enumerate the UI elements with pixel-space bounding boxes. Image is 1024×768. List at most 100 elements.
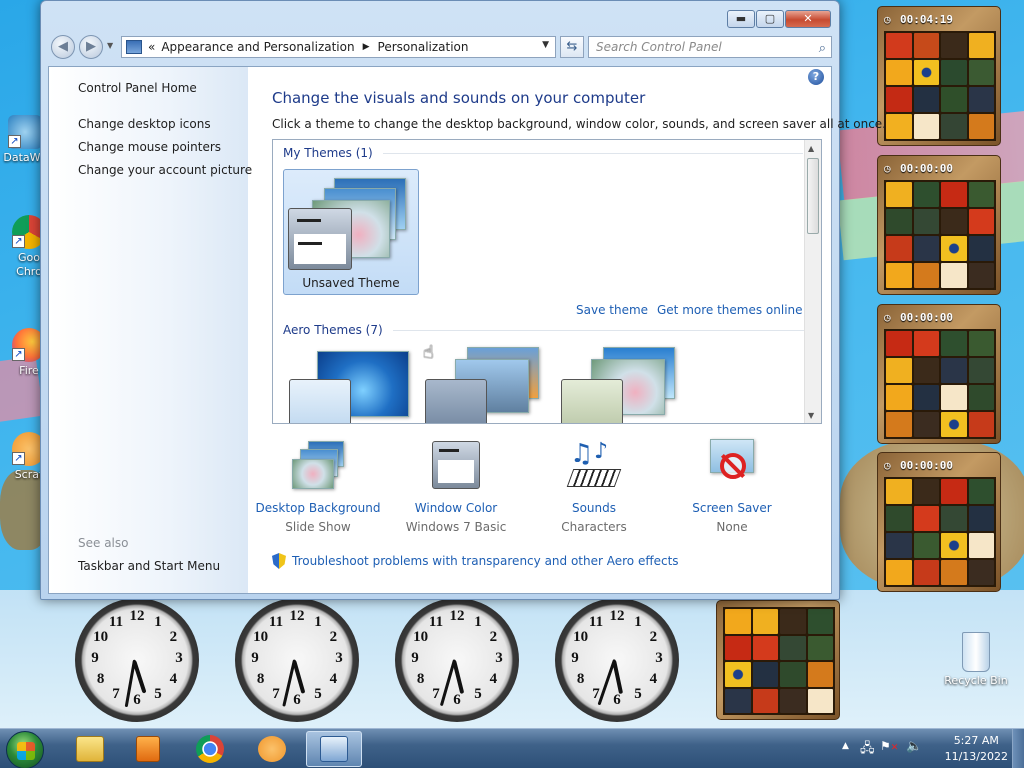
- address-dropdown-icon[interactable]: ▼: [542, 40, 549, 50]
- show-hidden-icons-icon[interactable]: ▲: [842, 741, 849, 751]
- taskbar-explorer[interactable]: [62, 731, 118, 767]
- breadcrumb-personalization[interactable]: Personalization: [378, 40, 469, 54]
- troubleshoot-row: Troubleshoot problems with transparency …: [272, 553, 679, 569]
- puzzle-gadget-3[interactable]: 00:00:00: [877, 304, 1001, 444]
- network-icon[interactable]: 🖧: [860, 739, 875, 761]
- control-panel-home-link[interactable]: Control Panel Home: [78, 81, 197, 95]
- search-icon[interactable]: ⌕: [819, 39, 826, 59]
- puzzle-grid[interactable]: [884, 329, 996, 439]
- clock-numeral: 10: [413, 629, 429, 645]
- breadcrumb-appearance[interactable]: Appearance and Personalization: [161, 40, 354, 54]
- breadcrumb-separator-icon[interactable]: ▶: [363, 42, 370, 52]
- clock-numeral: 4: [489, 671, 498, 687]
- puzzle-grid[interactable]: [723, 607, 835, 715]
- shortcut-arrow-icon: ↗: [8, 135, 21, 148]
- taskbar-chrome[interactable]: [182, 731, 238, 767]
- scroll-down-arrow-icon[interactable]: ▼: [808, 411, 814, 420]
- clock-numeral: 9: [91, 650, 99, 666]
- maximize-button[interactable]: ▢: [756, 10, 784, 28]
- chrome-icon: [196, 735, 224, 763]
- clock-numeral: 9: [571, 650, 579, 666]
- sounds-link[interactable]: Sounds: [524, 501, 664, 515]
- my-themes-label: My Themes (1): [283, 146, 373, 160]
- clock-gadget[interactable]: 12 1 2 3 4 5 6 7 8 9 10 11: [395, 598, 519, 722]
- puzzle-gadget-4[interactable]: 00:00:00: [877, 452, 1001, 592]
- clock-gadget[interactable]: 12 1 2 3 4 5 6 7 8 9 10 11: [75, 598, 199, 722]
- clock-numeral: 7: [112, 686, 120, 703]
- personalization-window[interactable]: ▬ ▢ ✕ ◀ ▶ ▼ « Appearance and Personaliza…: [40, 0, 886, 600]
- search-input[interactable]: Search Control Panel ⌕: [588, 36, 832, 58]
- troubleshoot-link[interactable]: Troubleshoot problems with transparency …: [292, 554, 679, 568]
- desktop-background-link[interactable]: Desktop Background: [248, 501, 388, 515]
- taskbar-scratch[interactable]: [244, 731, 300, 767]
- theme-architecture[interactable]: [421, 345, 551, 423]
- change-account-picture-link[interactable]: Change your account picture: [78, 163, 252, 177]
- clock-numeral: 8: [416, 671, 425, 687]
- theme-list-scrollbar[interactable]: ▲ ▼: [804, 140, 821, 423]
- system-clock[interactable]: 5:27 AM 11/13/2022: [945, 733, 1008, 765]
- taskbar-control-panel[interactable]: [306, 731, 362, 767]
- clock-numeral: 1: [474, 613, 482, 630]
- window-color-option[interactable]: Window Color Windows 7 Basic: [386, 439, 526, 534]
- sounds-icon: ♫ ♪: [566, 439, 622, 495]
- desktop-icon-label: Recycle Bin: [944, 674, 1008, 687]
- help-icon[interactable]: ?: [808, 69, 824, 85]
- action-center-flag-icon[interactable]: ⚑✕: [880, 739, 898, 753]
- puzzle-gadget-2[interactable]: 00:00:00: [877, 155, 1001, 295]
- clock-gadget[interactable]: 12 1 2 3 4 5 6 7 8 9 10 11: [555, 598, 679, 722]
- forward-button[interactable]: ▶: [79, 35, 103, 59]
- window-color-preview: [561, 379, 623, 423]
- taskbar-media-player[interactable]: [120, 731, 176, 767]
- screen-saver-link[interactable]: Screen Saver: [662, 501, 802, 515]
- puzzle-grid[interactable]: [884, 31, 996, 141]
- main-pane: ? Change the visuals and sounds on your …: [248, 67, 886, 593]
- theme-windows-7[interactable]: [285, 345, 415, 423]
- clock-gadget[interactable]: 12 1 2 3 4 5 6 7 8 9 10 11: [235, 598, 359, 722]
- volume-icon[interactable]: 🔈: [906, 739, 922, 754]
- clock-numeral: 11: [428, 613, 444, 630]
- minimize-button[interactable]: ▬: [727, 10, 755, 28]
- save-theme-link[interactable]: Save theme: [576, 303, 648, 317]
- change-desktop-icons-link[interactable]: Change desktop icons: [78, 117, 211, 131]
- search-placeholder: Search Control Panel: [596, 40, 722, 54]
- address-bar[interactable]: « Appearance and Personalization ▶ Perso…: [121, 36, 556, 58]
- get-more-themes-link[interactable]: Get more themes online: [657, 303, 803, 317]
- recycle-bin-icon: [962, 632, 990, 672]
- theme-unsaved[interactable]: Unsaved Theme: [283, 169, 419, 295]
- notification-area: ▲ 🖧 ⚑✕ 🔈 5:27 AM 11/13/2022: [834, 729, 1024, 768]
- recent-pages-chevron-icon[interactable]: ▼: [107, 41, 113, 50]
- clock-time: 5:27 AM: [953, 734, 999, 747]
- taskbar-start-menu-link[interactable]: Taskbar and Start Menu: [78, 559, 220, 573]
- desktop-icon-label: Goo Chro: [16, 251, 42, 278]
- uac-shield-icon: [272, 553, 286, 569]
- sounds-option[interactable]: ♫ ♪ Sounds Characters: [524, 439, 664, 534]
- back-button[interactable]: ◀: [51, 35, 75, 59]
- clock-numeral: 3: [335, 650, 343, 666]
- clock-numeral: 3: [175, 650, 183, 666]
- puzzle-gadget-1[interactable]: 00:04:19: [877, 6, 1001, 146]
- desktop-icon-recycle-bin[interactable]: Recycle Bin: [944, 632, 1008, 688]
- refresh-button[interactable]: ⇆: [560, 36, 584, 58]
- close-button[interactable]: ✕: [785, 10, 831, 28]
- puzzle-grid[interactable]: [884, 180, 996, 290]
- clock-numeral: 12: [449, 608, 465, 624]
- start-button[interactable]: [6, 731, 44, 768]
- taskbar: ▲ 🖧 ⚑✕ 🔈 5:27 AM 11/13/2022: [0, 728, 1024, 768]
- screen-saver-option[interactable]: Screen Saver None: [662, 439, 802, 534]
- clock-numeral: 5: [634, 686, 642, 703]
- puzzle-grid[interactable]: [884, 477, 996, 587]
- scroll-up-arrow-icon[interactable]: ▲: [808, 144, 814, 153]
- window-color-link[interactable]: Window Color: [386, 501, 526, 515]
- clock-numeral: 8: [96, 671, 105, 687]
- theme-list[interactable]: My Themes (1) Unsaved Theme Save theme G…: [272, 139, 822, 424]
- show-desktop-button[interactable]: [1012, 729, 1024, 768]
- change-mouse-pointers-link[interactable]: Change mouse pointers: [78, 140, 221, 154]
- theme-characters[interactable]: [557, 345, 687, 423]
- puzzle-gadget-5[interactable]: [716, 600, 840, 720]
- puzzle-timer: 00:00:00: [882, 457, 996, 474]
- breadcrumb-overflow[interactable]: «: [148, 40, 155, 54]
- puzzle-timer: 00:00:00: [882, 160, 996, 177]
- desktop-background-option[interactable]: Desktop Background Slide Show: [248, 439, 388, 534]
- clock-numeral: 6: [293, 692, 301, 708]
- scroll-thumb[interactable]: [807, 158, 819, 234]
